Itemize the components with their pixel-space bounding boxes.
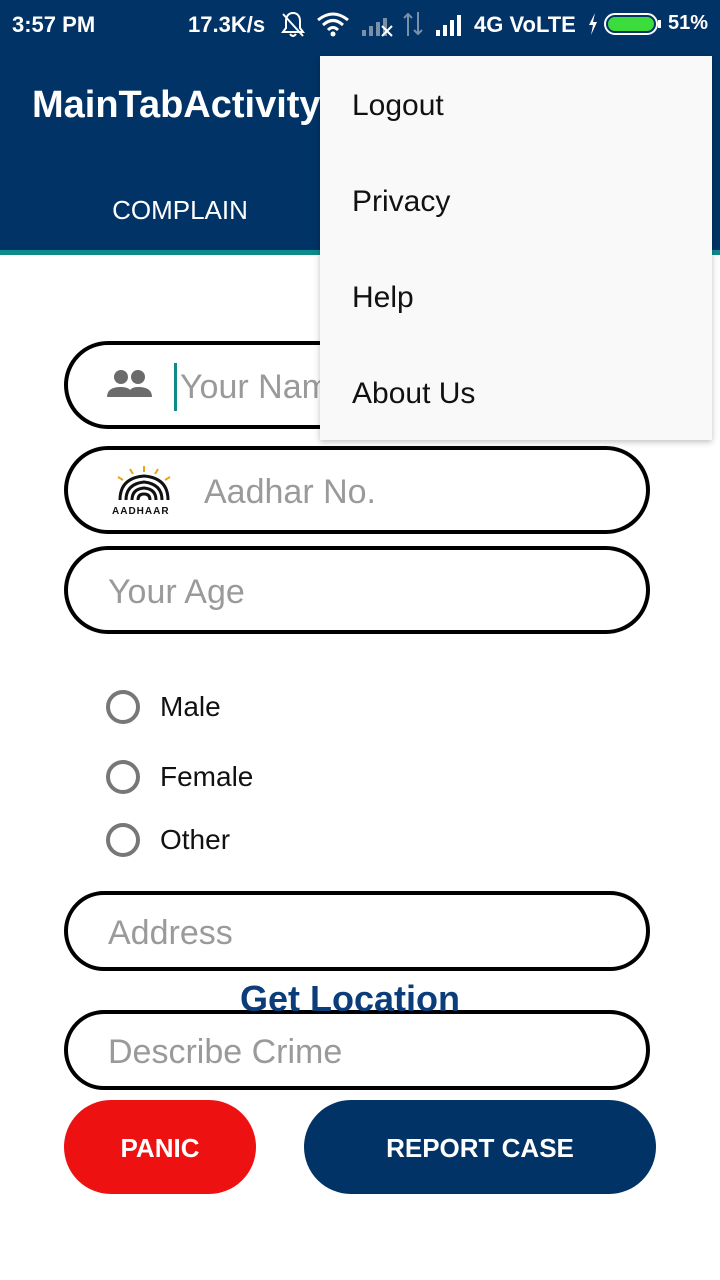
menu-item-help[interactable]: Help — [320, 250, 712, 346]
tab-complain[interactable]: COMPLAIN — [40, 178, 320, 242]
aadhar-input[interactable] — [202, 466, 626, 518]
address-input[interactable] — [106, 907, 610, 959]
address-field[interactable] — [64, 891, 650, 971]
text-cursor — [174, 363, 177, 411]
report-case-button[interactable]: REPORT CASE — [304, 1100, 656, 1194]
charging-icon — [586, 10, 600, 43]
battery-icon — [604, 12, 662, 41]
menu-item-logout[interactable]: Logout — [320, 58, 712, 154]
radio-circle[interactable] — [106, 760, 140, 794]
wifi-icon — [316, 10, 350, 43]
radio-circle[interactable] — [106, 823, 140, 857]
aadhar-field[interactable]: AADHAAR — [64, 446, 650, 534]
menu-item-privacy[interactable]: Privacy — [320, 154, 712, 250]
signal-weak-icon — [360, 10, 394, 43]
get-location-button[interactable]: Get Location — [240, 978, 460, 1020]
network-type: 4G VoLTE — [474, 12, 576, 37]
menu-item-about-us[interactable]: About Us — [320, 346, 712, 442]
radio-circle[interactable] — [106, 690, 140, 724]
battery-percent: 51% — [668, 12, 709, 34]
status-time: 3:57 PM — [12, 12, 96, 37]
data-arrows-icon — [402, 10, 424, 43]
radio-label-female: Female — [160, 761, 254, 792]
status-bar: 3:57 PM 17.3K/s 4G VoLTE 51% — [0, 0, 720, 50]
panic-button[interactable]: PANIC — [64, 1100, 256, 1194]
describe-crime-field[interactable] — [64, 1010, 650, 1090]
signal-strong-icon — [434, 10, 468, 43]
age-field[interactable] — [64, 546, 650, 634]
app-title: MainTabActivity — [32, 84, 321, 126]
people-icon — [106, 367, 154, 408]
mute-bell-icon — [280, 10, 306, 43]
describe-crime-input[interactable] — [106, 1026, 610, 1078]
overflow-menu: Logout Privacy Help About Us — [320, 56, 712, 440]
radio-label-other: Other — [160, 824, 231, 855]
network-speed: 17.3K/s — [188, 12, 266, 37]
aadhaar-logo-text: AADHAAR — [112, 506, 170, 517]
age-input[interactable] — [106, 566, 610, 618]
radio-label-male: Male — [160, 691, 221, 722]
